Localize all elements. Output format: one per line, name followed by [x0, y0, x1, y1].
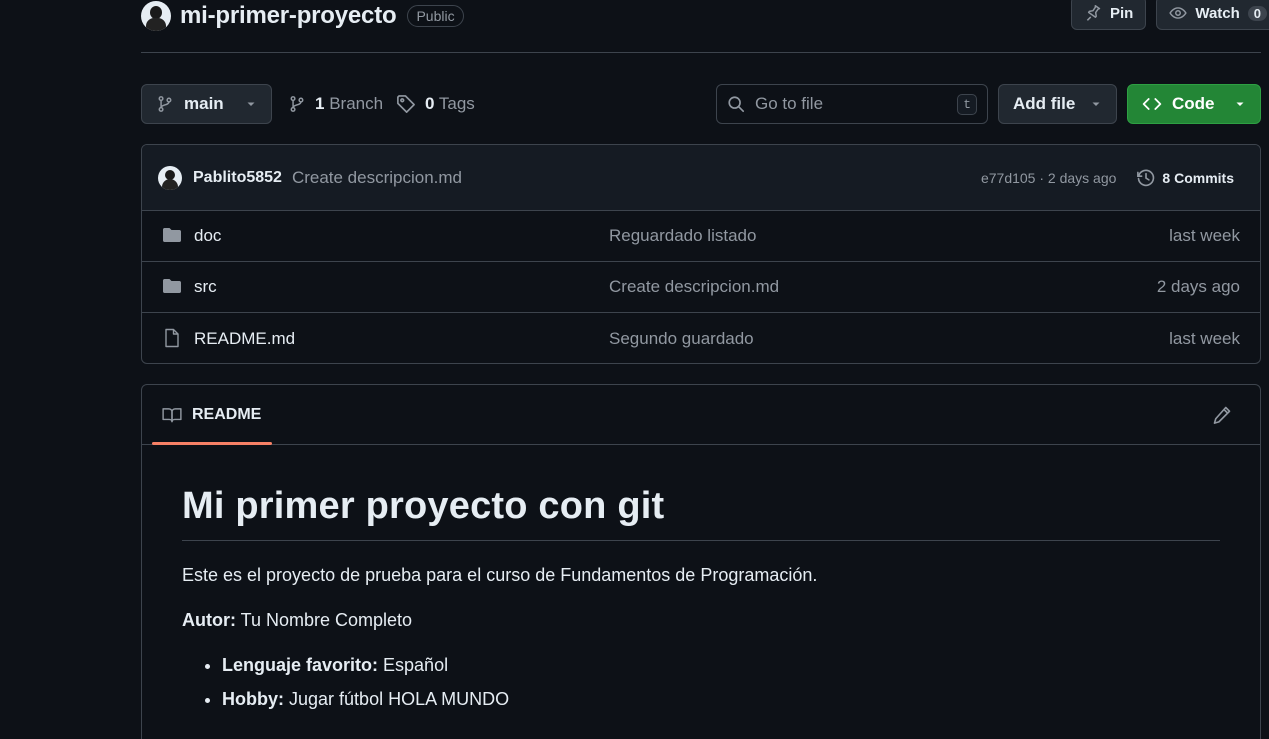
commits-count: 8 Commits	[1162, 169, 1234, 186]
file-name[interactable]: src	[194, 277, 217, 297]
caret-down-icon	[1236, 102, 1244, 106]
file-name[interactable]: doc	[194, 226, 221, 246]
list-item-value: Jugar fútbol HOLA MUNDO	[289, 689, 510, 709]
readme-content: Mi primer proyecto con git Este es el pr…	[142, 445, 1260, 710]
watch-button[interactable]: Watch 0	[1156, 0, 1269, 30]
list-item-value: Español	[383, 655, 449, 675]
author-value: Tu Nombre Completo	[240, 610, 413, 630]
table-row[interactable]: src Create descripcion.md 2 days ago	[142, 262, 1260, 313]
commit-hash-date[interactable]: e77d105 · 2 days ago	[981, 170, 1116, 186]
file-commit-message[interactable]: Segundo guardado	[609, 329, 754, 349]
pin-button[interactable]: Pin	[1071, 0, 1147, 30]
tags-link[interactable]: 0 Tags	[396, 84, 475, 124]
latest-commit-bar: Pablito5852 Create descripcion.md e77d10…	[142, 145, 1260, 211]
git-branch-icon	[158, 96, 172, 112]
readme-intro: Este es el proyecto de prueba para el cu…	[182, 565, 818, 585]
folder-icon	[163, 228, 181, 242]
eye-icon	[1169, 7, 1188, 19]
tag-count: 0	[425, 94, 435, 113]
folder-icon	[163, 279, 181, 293]
pin-icon	[1086, 4, 1101, 21]
repo-name[interactable]: mi-primer-proyecto	[180, 2, 397, 30]
list-item-label: Hobby:	[222, 689, 284, 709]
git-branch-icon	[290, 96, 304, 112]
file-commit-message[interactable]: Reguardado listado	[609, 226, 756, 246]
file-browser: Pablito5852 Create descripcion.md e77d10…	[141, 144, 1261, 364]
commits-history-link[interactable]: 8 Commits	[1136, 168, 1234, 188]
readme-tabs: README	[142, 385, 1260, 445]
add-file-button[interactable]: Add file	[998, 84, 1117, 124]
file-date: last week	[1169, 226, 1240, 245]
history-icon	[1137, 169, 1155, 186]
caret-down-icon	[1092, 102, 1100, 106]
caret-down-icon	[247, 102, 255, 106]
table-row[interactable]: doc Reguardado listado last week	[142, 211, 1260, 262]
pencil-icon[interactable]	[1212, 405, 1232, 425]
readme-panel: README Mi primer proyecto con git Este e…	[141, 384, 1261, 739]
readme-title: Mi primer proyecto con git	[182, 485, 1220, 541]
watch-label: Watch	[1195, 4, 1240, 22]
file-commit-message[interactable]: Create descripcion.md	[609, 277, 779, 297]
readme-tab-label: README	[192, 405, 262, 423]
list-item-label: Lenguaje favorito:	[222, 655, 379, 675]
code-button[interactable]: Code	[1127, 84, 1261, 124]
author-label: Autor:	[182, 610, 236, 630]
readme-author: Autor: Tu Nombre Completo	[182, 610, 1220, 631]
go-to-file-input[interactable]	[755, 94, 948, 114]
readme-list: Lenguaje favorito: Español Hobby: Jugar …	[182, 655, 1220, 710]
code-label: Code	[1172, 94, 1215, 113]
header-divider	[141, 52, 1261, 53]
repo-actions: Pin Watch 0	[1071, 0, 1269, 30]
tag-label: Tags	[438, 94, 475, 113]
file-date: last week	[1169, 328, 1240, 348]
visibility-badge: Public	[407, 5, 464, 27]
file-icon	[165, 328, 179, 348]
watch-count: 0	[1247, 5, 1268, 21]
tab-readme[interactable]: README	[152, 385, 272, 445]
tag-icon	[397, 95, 415, 113]
branches-link[interactable]: 1 Branch	[288, 84, 383, 124]
search-icon	[728, 96, 745, 113]
repo-page: mi-primer-proyecto Public Pin Watch 0 ma…	[0, 0, 1269, 739]
branch-label: Branch	[329, 94, 384, 113]
commit-message[interactable]: Create descripcion.md	[292, 168, 462, 188]
go-to-file-search[interactable]: t	[716, 84, 988, 124]
code-icon	[1142, 98, 1162, 110]
list-item: Hobby: Jugar fútbol HOLA MUNDO	[222, 689, 1220, 710]
list-item: Lenguaje favorito: Español	[222, 655, 1220, 676]
branch-selector[interactable]: main	[141, 84, 272, 124]
branch-name: main	[184, 94, 224, 113]
commit-author[interactable]: Pablito5852	[193, 169, 282, 187]
table-row[interactable]: README.md Segundo guardado last week	[142, 313, 1260, 363]
file-name[interactable]: README.md	[194, 329, 295, 349]
owner-avatar[interactable]	[141, 1, 171, 31]
shortcut-hint: t	[957, 93, 977, 115]
book-icon	[162, 407, 182, 422]
file-date: 2 days ago	[1156, 277, 1240, 296]
commit-author-avatar[interactable]	[158, 165, 182, 190]
add-file-label: Add file	[1013, 94, 1076, 113]
pin-label: Pin	[1110, 4, 1134, 22]
branch-count: 1	[315, 94, 325, 113]
repo-header: mi-primer-proyecto Public	[141, 0, 464, 32]
